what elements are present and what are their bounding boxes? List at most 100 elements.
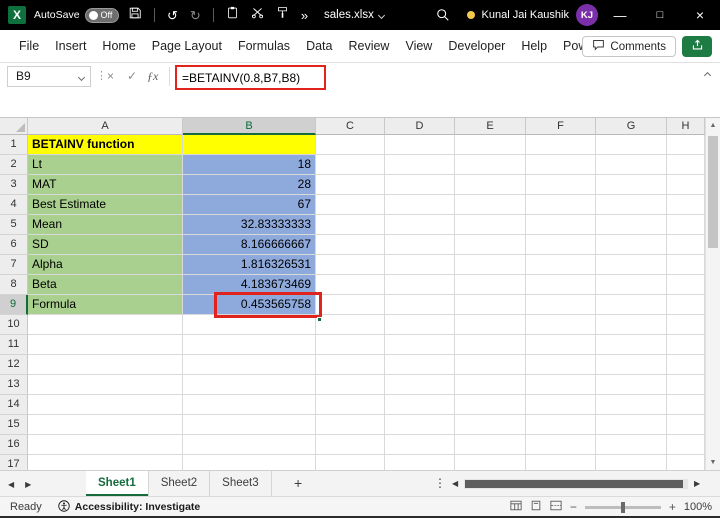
collapse-formula-bar-icon[interactable]: [704, 72, 711, 79]
horizontal-scroll-thumb[interactable]: [465, 480, 683, 488]
column-header-A[interactable]: A: [28, 118, 183, 135]
cell-A6[interactable]: SD: [28, 235, 183, 255]
minimize-button[interactable]: —: [600, 0, 640, 30]
ribbon-tab-review[interactable]: Review: [345, 39, 392, 53]
cell-C7[interactable]: [316, 255, 385, 275]
row-header-12[interactable]: 12: [0, 355, 28, 375]
save-icon[interactable]: [128, 6, 142, 25]
page-break-view-icon[interactable]: [550, 498, 562, 516]
cell-A15[interactable]: [28, 415, 183, 435]
cell-H13[interactable]: [667, 375, 705, 395]
cell-D7[interactable]: [385, 255, 455, 275]
cell-D12[interactable]: [385, 355, 455, 375]
row-header-8[interactable]: 8: [0, 275, 28, 295]
cell-E5[interactable]: [455, 215, 526, 235]
cell-E7[interactable]: [455, 255, 526, 275]
cell-E3[interactable]: [455, 175, 526, 195]
prev-sheet-icon[interactable]: ◀: [8, 480, 14, 489]
ribbon-tab-help[interactable]: Help: [518, 39, 550, 53]
zoom-level[interactable]: 100%: [684, 501, 712, 513]
row-header-4[interactable]: 4: [0, 195, 28, 215]
cell-F9[interactable]: [526, 295, 596, 315]
ribbon-tab-home[interactable]: Home: [99, 39, 138, 53]
search-icon[interactable]: [436, 0, 450, 30]
cell-E17[interactable]: [455, 455, 526, 470]
row-header-3[interactable]: 3: [0, 175, 28, 195]
cell-E4[interactable]: [455, 195, 526, 215]
cell-F8[interactable]: [526, 275, 596, 295]
cell-C9[interactable]: [316, 295, 385, 315]
cell-D16[interactable]: [385, 435, 455, 455]
row-header-13[interactable]: 13: [0, 375, 28, 395]
cell-B6[interactable]: 8.166666667: [183, 235, 316, 255]
row-header-11[interactable]: 11: [0, 335, 28, 355]
cell-D14[interactable]: [385, 395, 455, 415]
cell-B12[interactable]: [183, 355, 316, 375]
column-header-H[interactable]: H: [667, 118, 705, 135]
cell-F5[interactable]: [526, 215, 596, 235]
cell-C10[interactable]: [316, 315, 385, 335]
row-header-14[interactable]: 14: [0, 395, 28, 415]
ribbon-tab-insert[interactable]: Insert: [52, 39, 89, 53]
page-layout-view-icon[interactable]: [530, 498, 542, 516]
hscroll-left-icon[interactable]: ◀: [452, 471, 458, 497]
cell-G6[interactable]: [596, 235, 667, 255]
row-header-7[interactable]: 7: [0, 255, 28, 275]
zoom-out-icon[interactable]: −: [570, 500, 577, 514]
cell-A17[interactable]: [28, 455, 183, 470]
cell-C4[interactable]: [316, 195, 385, 215]
cell-A7[interactable]: Alpha: [28, 255, 183, 275]
ribbon-tab-file[interactable]: File: [16, 39, 42, 53]
cell-H5[interactable]: [667, 215, 705, 235]
cell-F6[interactable]: [526, 235, 596, 255]
column-header-B[interactable]: B: [183, 118, 316, 135]
cell-F1[interactable]: [526, 135, 596, 155]
cell-G15[interactable]: [596, 415, 667, 435]
cell-B3[interactable]: 28: [183, 175, 316, 195]
cancel-entry-icon[interactable]: ×: [107, 66, 114, 87]
hscroll-right-icon[interactable]: ▶: [694, 471, 700, 497]
cell-F16[interactable]: [526, 435, 596, 455]
cell-E13[interactable]: [455, 375, 526, 395]
cell-B1[interactable]: [183, 135, 316, 155]
row-header-5[interactable]: 5: [0, 215, 28, 235]
cell-B10[interactable]: [183, 315, 316, 335]
cell-C16[interactable]: [316, 435, 385, 455]
cell-B17[interactable]: [183, 455, 316, 470]
ribbon-tab-data[interactable]: Data: [303, 39, 335, 53]
cell-F14[interactable]: [526, 395, 596, 415]
column-header-E[interactable]: E: [455, 118, 526, 135]
resize-handle-icon[interactable]: ⋮: [96, 69, 107, 82]
row-header-16[interactable]: 16: [0, 435, 28, 455]
cell-H8[interactable]: [667, 275, 705, 295]
insert-function-icon[interactable]: ƒx: [147, 66, 158, 87]
cell-F10[interactable]: [526, 315, 596, 335]
enter-entry-icon[interactable]: ✓: [127, 66, 137, 87]
cell-E11[interactable]: [455, 335, 526, 355]
cell-B15[interactable]: [183, 415, 316, 435]
row-header-6[interactable]: 6: [0, 235, 28, 255]
zoom-in-icon[interactable]: +: [669, 500, 676, 514]
cell-B7[interactable]: 1.816326531: [183, 255, 316, 275]
cell-F4[interactable]: [526, 195, 596, 215]
cell-D13[interactable]: [385, 375, 455, 395]
row-header-9[interactable]: 9: [0, 295, 28, 315]
cell-H1[interactable]: [667, 135, 705, 155]
cell-G5[interactable]: [596, 215, 667, 235]
ribbon-tab-developer[interactable]: Developer: [445, 39, 508, 53]
cell-H6[interactable]: [667, 235, 705, 255]
autosave-toggle[interactable]: Off: [85, 8, 119, 23]
cell-G3[interactable]: [596, 175, 667, 195]
cell-G17[interactable]: [596, 455, 667, 470]
cell-A12[interactable]: [28, 355, 183, 375]
share-button[interactable]: [682, 36, 712, 57]
column-header-C[interactable]: C: [316, 118, 385, 135]
cell-C12[interactable]: [316, 355, 385, 375]
close-button[interactable]: ×: [680, 0, 720, 30]
maximize-button[interactable]: □: [640, 0, 680, 30]
cell-G14[interactable]: [596, 395, 667, 415]
cell-G4[interactable]: [596, 195, 667, 215]
normal-view-icon[interactable]: [510, 498, 522, 516]
cell-F11[interactable]: [526, 335, 596, 355]
cell-A16[interactable]: [28, 435, 183, 455]
